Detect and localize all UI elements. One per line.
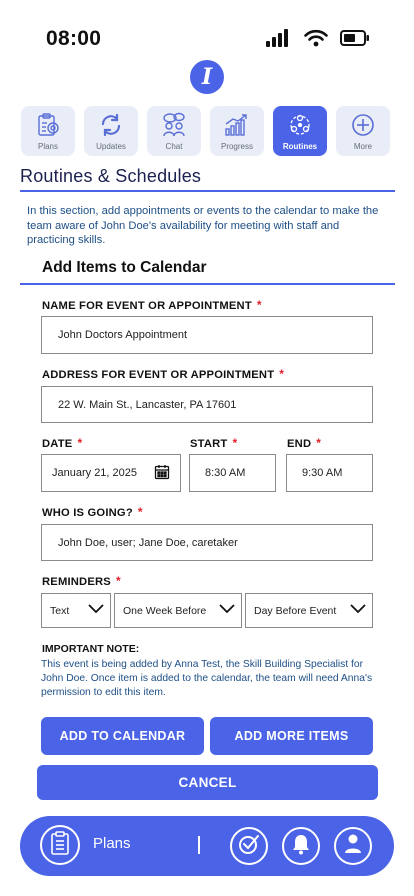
address-label-text: ADDRESS FOR EVENT OR APPOINTMENT — [42, 369, 275, 381]
form-divider — [20, 283, 395, 285]
bottom-nav-divider — [198, 836, 200, 854]
end-time-input[interactable]: 9:30 AM — [286, 454, 373, 492]
wifi-icon — [304, 29, 328, 51]
required-mark: * — [256, 298, 262, 312]
end-label-text: END — [287, 438, 312, 450]
app-logo[interactable]: I — [190, 60, 224, 94]
bottom-nav: Plans — [20, 816, 394, 876]
bottom-nav-check-button[interactable] — [230, 827, 268, 865]
section-divider — [20, 190, 395, 192]
cancel-button[interactable]: CANCEL — [37, 765, 378, 800]
note-title: IMPORTANT NOTE: — [42, 643, 140, 655]
calendar-icon[interactable] — [154, 464, 170, 483]
name-label: NAME FOR EVENT OR APPOINTMENT * — [42, 298, 262, 312]
name-label-text: NAME FOR EVENT OR APPOINTMENT — [42, 300, 252, 312]
clipboard-list-icon — [49, 830, 71, 860]
address-value: 22 W. Main St., Lancaster, PA 17601 — [58, 398, 237, 411]
tab-label: Routines — [282, 142, 318, 151]
chevron-down-icon — [88, 604, 104, 617]
attendees-value: John Doe, user; Jane Doe, caretaker — [58, 536, 238, 549]
who-label-text: WHO IS GOING? — [42, 507, 133, 519]
battery-icon — [340, 30, 370, 50]
tab-chat[interactable]: Chat — [147, 106, 201, 156]
reminder-second-select[interactable]: Day Before Event — [245, 593, 373, 628]
tab-plans[interactable]: Plans — [21, 106, 75, 156]
chevron-down-icon — [219, 604, 235, 617]
refresh-icon — [97, 111, 125, 139]
tab-label: More — [353, 142, 373, 151]
start-time-value: 8:30 AM — [205, 467, 246, 479]
attendees-input[interactable]: John Doe, user; Jane Doe, caretaker — [41, 524, 373, 561]
bottom-nav-plans-label[interactable]: Plans — [93, 835, 131, 852]
reminder-type-value: Text — [50, 604, 70, 617]
reminder-first-value: One Week Before — [123, 604, 207, 617]
address-label: ADDRESS FOR EVENT OR APPOINTMENT * — [42, 367, 284, 381]
note-text: This event is being added by Anna Test, … — [41, 659, 373, 698]
tab-label: Chat — [165, 142, 183, 151]
required-mark: * — [232, 436, 238, 450]
status-icons — [266, 29, 370, 51]
tab-label: Plans — [37, 142, 58, 151]
routine-cycle-icon — [286, 111, 314, 139]
who-label: WHO IS GOING? * — [42, 505, 143, 519]
add-to-calendar-button[interactable]: ADD TO CALENDAR — [41, 717, 204, 755]
tab-bar: Plans Updates Chat Progress Routines Mor… — [21, 106, 390, 156]
form-title: Add Items to Calendar — [42, 259, 207, 276]
bottom-nav-notifications-button[interactable] — [282, 827, 320, 865]
bar-chart-icon — [223, 111, 251, 139]
tab-more[interactable]: More — [336, 106, 390, 156]
clipboard-target-icon — [34, 111, 62, 139]
check-circle-icon — [237, 832, 261, 860]
chat-people-icon — [160, 111, 188, 139]
start-label-text: START — [190, 438, 228, 450]
status-time: 08:00 — [46, 27, 102, 50]
date-input[interactable]: January 21, 2025 — [41, 454, 181, 492]
bottom-nav-profile-button[interactable] — [334, 827, 372, 865]
tab-routines[interactable]: Routines — [273, 106, 327, 156]
event-name-value: John Doctors Appointment — [58, 329, 188, 341]
date-label-text: DATE — [42, 438, 73, 450]
end-time-value: 9:30 AM — [302, 467, 343, 479]
tab-label: Updates — [96, 142, 126, 151]
required-mark: * — [115, 574, 121, 588]
reminders-label: REMINDERS * — [42, 574, 121, 588]
end-label: END * — [287, 436, 321, 450]
reminder-first-select[interactable]: One Week Before — [114, 593, 242, 628]
signal-icon — [266, 29, 292, 51]
reminder-second-value: Day Before Event — [254, 604, 337, 617]
date-value: January 21, 2025 — [52, 467, 138, 479]
add-more-items-button[interactable]: ADD MORE ITEMS — [210, 717, 373, 755]
bell-icon — [291, 833, 311, 859]
start-label: START * — [190, 436, 237, 450]
tab-updates[interactable]: Updates — [84, 106, 138, 156]
tab-label: Progress — [220, 142, 253, 151]
reminder-type-select[interactable]: Text — [41, 593, 111, 628]
start-time-input[interactable]: 8:30 AM — [189, 454, 276, 492]
required-mark: * — [316, 436, 322, 450]
reminders-label-text: REMINDERS — [42, 576, 111, 588]
tab-progress[interactable]: Progress — [210, 106, 264, 156]
date-label: DATE * — [42, 436, 82, 450]
user-icon — [343, 833, 363, 859]
required-mark: * — [137, 505, 143, 519]
app-logo-letter: I — [201, 64, 213, 90]
chevron-down-icon — [350, 604, 366, 617]
plus-circle-icon — [349, 111, 377, 139]
bottom-nav-plans-button[interactable] — [40, 825, 80, 865]
section-intro: In this section, add appointments or eve… — [27, 205, 379, 246]
required-mark: * — [279, 367, 285, 381]
event-name-input[interactable]: John Doctors Appointment — [41, 316, 373, 354]
required-mark: * — [77, 436, 83, 450]
section-title: Routines & Schedules — [20, 166, 202, 186]
address-input[interactable]: 22 W. Main St., Lancaster, PA 17601 — [41, 386, 373, 423]
